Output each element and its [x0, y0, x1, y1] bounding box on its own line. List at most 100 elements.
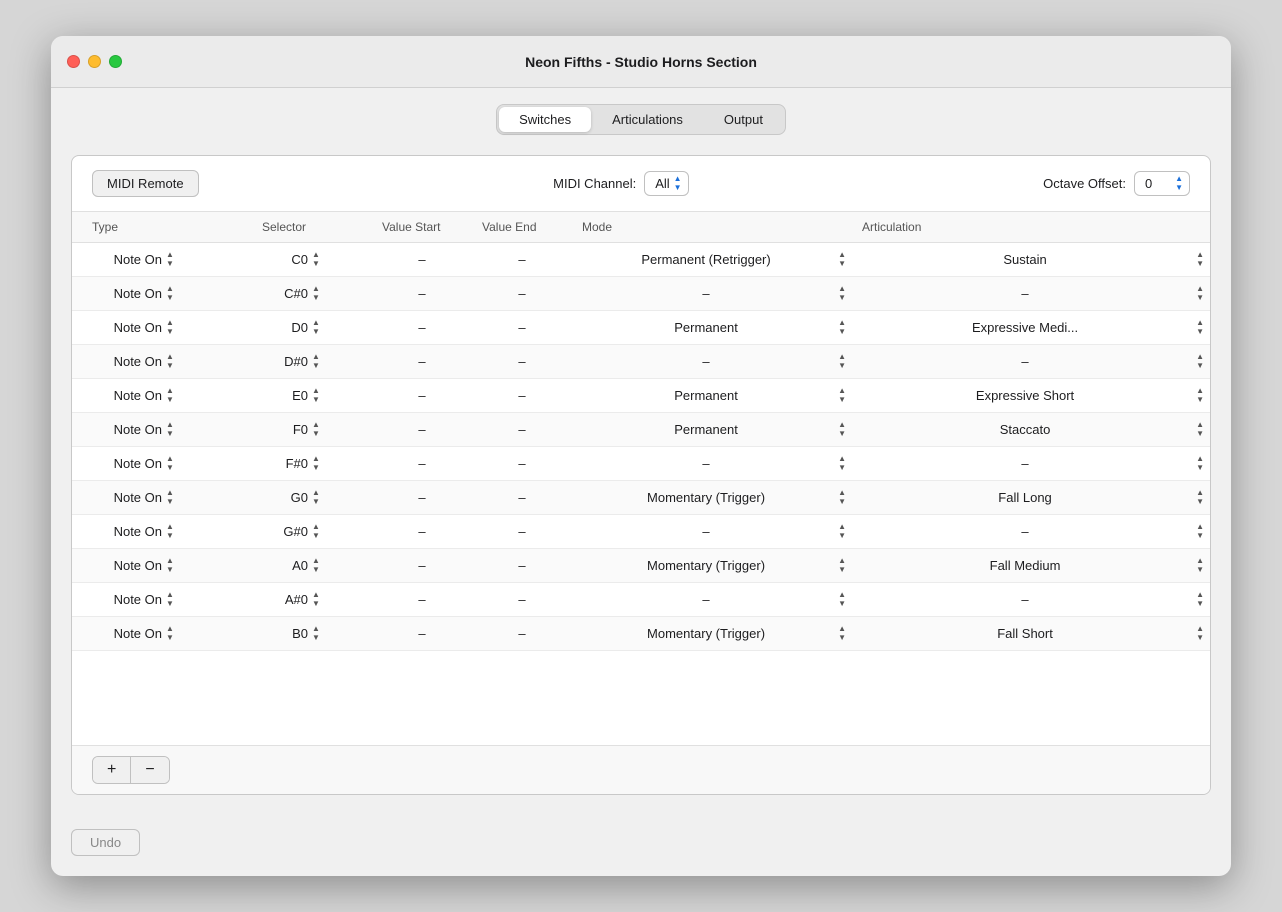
stepper-icon[interactable]: ▲▼: [1196, 625, 1204, 642]
stepper-icon[interactable]: ▲▼: [312, 455, 320, 472]
cell-mode: Momentary (Trigger) ▲▼: [572, 481, 852, 515]
col-header-articulation: Articulation: [852, 212, 1210, 243]
stepper-icon[interactable]: ▲▼: [312, 353, 320, 370]
cell-mode: Permanent ▲▼: [572, 379, 852, 413]
col-header-value-end: Value End: [472, 212, 572, 243]
cell-value-start: –: [372, 447, 472, 481]
stepper-icon[interactable]: ▲▼: [312, 625, 320, 642]
maximize-button[interactable]: [109, 55, 122, 68]
cell-value-start: –: [372, 515, 472, 549]
stepper-icon[interactable]: ▲▼: [312, 251, 320, 268]
stepper-icon[interactable]: ▲▼: [166, 523, 174, 540]
stepper-icon[interactable]: ▲▼: [1196, 557, 1204, 574]
table-row[interactable]: Note On ▲▼ A#0 ▲▼ – – – ▲▼ – ▲▼: [72, 583, 1210, 617]
stepper-icon[interactable]: ▲▼: [1196, 523, 1204, 540]
remove-row-button[interactable]: −: [131, 757, 168, 783]
cell-value-end: –: [472, 345, 572, 379]
stepper-icon[interactable]: ▲▼: [838, 557, 846, 574]
cell-type: Note On ▲▼: [72, 515, 252, 549]
cell-value-start: –: [372, 481, 472, 515]
table-row[interactable]: Note On ▲▼ B0 ▲▼ – – Momentary (Trigger)…: [72, 617, 1210, 651]
col-header-mode: Mode: [572, 212, 852, 243]
stepper-icon[interactable]: ▲▼: [166, 421, 174, 438]
stepper-icon[interactable]: ▲▼: [166, 387, 174, 404]
toolbar: MIDI Remote MIDI Channel: All ▲ ▼ Octave…: [72, 156, 1210, 212]
bottom-bar: + −: [72, 745, 1210, 794]
stepper-icon[interactable]: ▲▼: [312, 523, 320, 540]
tab-switches[interactable]: Switches: [499, 107, 591, 132]
table-row[interactable]: Note On ▲▼ C0 ▲▼ – – Permanent (Retrigge…: [72, 243, 1210, 277]
cell-mode: Permanent ▲▼: [572, 413, 852, 447]
stepper-icon[interactable]: ▲▼: [166, 285, 174, 302]
cell-articulation: Fall Long ▲▼: [852, 481, 1210, 515]
stepper-icon[interactable]: ▲▼: [312, 591, 320, 608]
stepper-icon[interactable]: ▲▼: [838, 387, 846, 404]
undo-button[interactable]: Undo: [71, 829, 140, 856]
stepper-icon[interactable]: ▲▼: [166, 455, 174, 472]
table-row[interactable]: Note On ▲▼ F#0 ▲▼ – – – ▲▼ – ▲▼: [72, 447, 1210, 481]
window-footer: Undo: [51, 815, 1231, 876]
table-row[interactable]: Note On ▲▼ G#0 ▲▼ – – – ▲▼ – ▲▼: [72, 515, 1210, 549]
stepper-icon[interactable]: ▲▼: [838, 353, 846, 370]
stepper-icon[interactable]: ▲▼: [1196, 387, 1204, 404]
octave-offset-input[interactable]: 0 ▲ ▼: [1134, 171, 1190, 196]
main-panel: MIDI Remote MIDI Channel: All ▲ ▼ Octave…: [71, 155, 1211, 795]
stepper-icon[interactable]: ▲▼: [312, 557, 320, 574]
stepper-icon[interactable]: ▲▼: [1196, 251, 1204, 268]
stepper-icon[interactable]: ▲▼: [166, 251, 174, 268]
table-container[interactable]: Type Selector Value Start Value End Mode…: [72, 212, 1210, 745]
close-button[interactable]: [67, 55, 80, 68]
midi-remote-button[interactable]: MIDI Remote: [92, 170, 199, 197]
stepper-icon[interactable]: ▲▼: [1196, 455, 1204, 472]
stepper-icon[interactable]: ▲▼: [166, 625, 174, 642]
stepper-icon[interactable]: ▲▼: [312, 421, 320, 438]
octave-offset-label: Octave Offset:: [1043, 176, 1126, 191]
cell-value-start: –: [372, 311, 472, 345]
table-row[interactable]: Note On ▲▼ F0 ▲▼ – – Permanent ▲▼ Stacca…: [72, 413, 1210, 447]
stepper-icon[interactable]: ▲▼: [1196, 353, 1204, 370]
stepper-icon[interactable]: ▲▼: [166, 319, 174, 336]
stepper-icon[interactable]: ▲▼: [1196, 285, 1204, 302]
stepper-icon[interactable]: ▲▼: [838, 591, 846, 608]
stepper-icon[interactable]: ▲▼: [838, 489, 846, 506]
stepper-icon[interactable]: ▲▼: [838, 455, 846, 472]
tab-articulations[interactable]: Articulations: [592, 107, 703, 132]
cell-selector: E0 ▲▼: [252, 379, 372, 413]
stepper-icon[interactable]: ▲▼: [312, 285, 320, 302]
cell-selector: B0 ▲▼: [252, 617, 372, 651]
stepper-icon[interactable]: ▲▼: [166, 557, 174, 574]
stepper-icon[interactable]: ▲▼: [166, 489, 174, 506]
stepper-icon[interactable]: ▲▼: [312, 489, 320, 506]
minimize-button[interactable]: [88, 55, 101, 68]
stepper-icon[interactable]: ▲▼: [1196, 319, 1204, 336]
table-header-row: Type Selector Value Start Value End Mode…: [72, 212, 1210, 243]
stepper-icon[interactable]: ▲▼: [1196, 421, 1204, 438]
midi-channel-select[interactable]: All ▲ ▼: [644, 171, 688, 196]
table-row[interactable]: Note On ▲▼ G0 ▲▼ – – Momentary (Trigger)…: [72, 481, 1210, 515]
tab-output[interactable]: Output: [704, 107, 783, 132]
table-row[interactable]: Note On ▲▼ E0 ▲▼ – – Permanent ▲▼ Expres…: [72, 379, 1210, 413]
table-row[interactable]: Note On ▲▼ D#0 ▲▼ – – – ▲▼ – ▲▼: [72, 345, 1210, 379]
stepper-icon[interactable]: ▲▼: [312, 319, 320, 336]
table-row[interactable]: Note On ▲▼ D0 ▲▼ – – Permanent ▲▼ Expres…: [72, 311, 1210, 345]
stepper-icon[interactable]: ▲▼: [312, 387, 320, 404]
arrow-down-icon: ▼: [674, 184, 682, 192]
stepper-icon[interactable]: ▲▼: [838, 421, 846, 438]
table-row[interactable]: Note On ▲▼ A0 ▲▼ – – Momentary (Trigger)…: [72, 549, 1210, 583]
stepper-icon[interactable]: ▲▼: [838, 251, 846, 268]
stepper-icon[interactable]: ▲▼: [166, 353, 174, 370]
stepper-icon[interactable]: ▲▼: [838, 523, 846, 540]
stepper-icon[interactable]: ▲▼: [838, 285, 846, 302]
stepper-icon[interactable]: ▲▼: [166, 591, 174, 608]
cell-value-end: –: [472, 617, 572, 651]
table-row[interactable]: Note On ▲▼ C#0 ▲▼ – – – ▲▼ – ▲▼: [72, 277, 1210, 311]
cell-mode: Momentary (Trigger) ▲▼: [572, 549, 852, 583]
stepper-icon[interactable]: ▲▼: [838, 625, 846, 642]
cell-value-start: –: [372, 277, 472, 311]
stepper-icon[interactable]: ▲▼: [1196, 489, 1204, 506]
add-row-button[interactable]: +: [93, 757, 131, 783]
cell-articulation: Sustain ▲▼: [852, 243, 1210, 277]
stepper-icon[interactable]: ▲▼: [1196, 591, 1204, 608]
octave-offset-arrows: ▲ ▼: [1175, 175, 1183, 192]
stepper-icon[interactable]: ▲▼: [838, 319, 846, 336]
